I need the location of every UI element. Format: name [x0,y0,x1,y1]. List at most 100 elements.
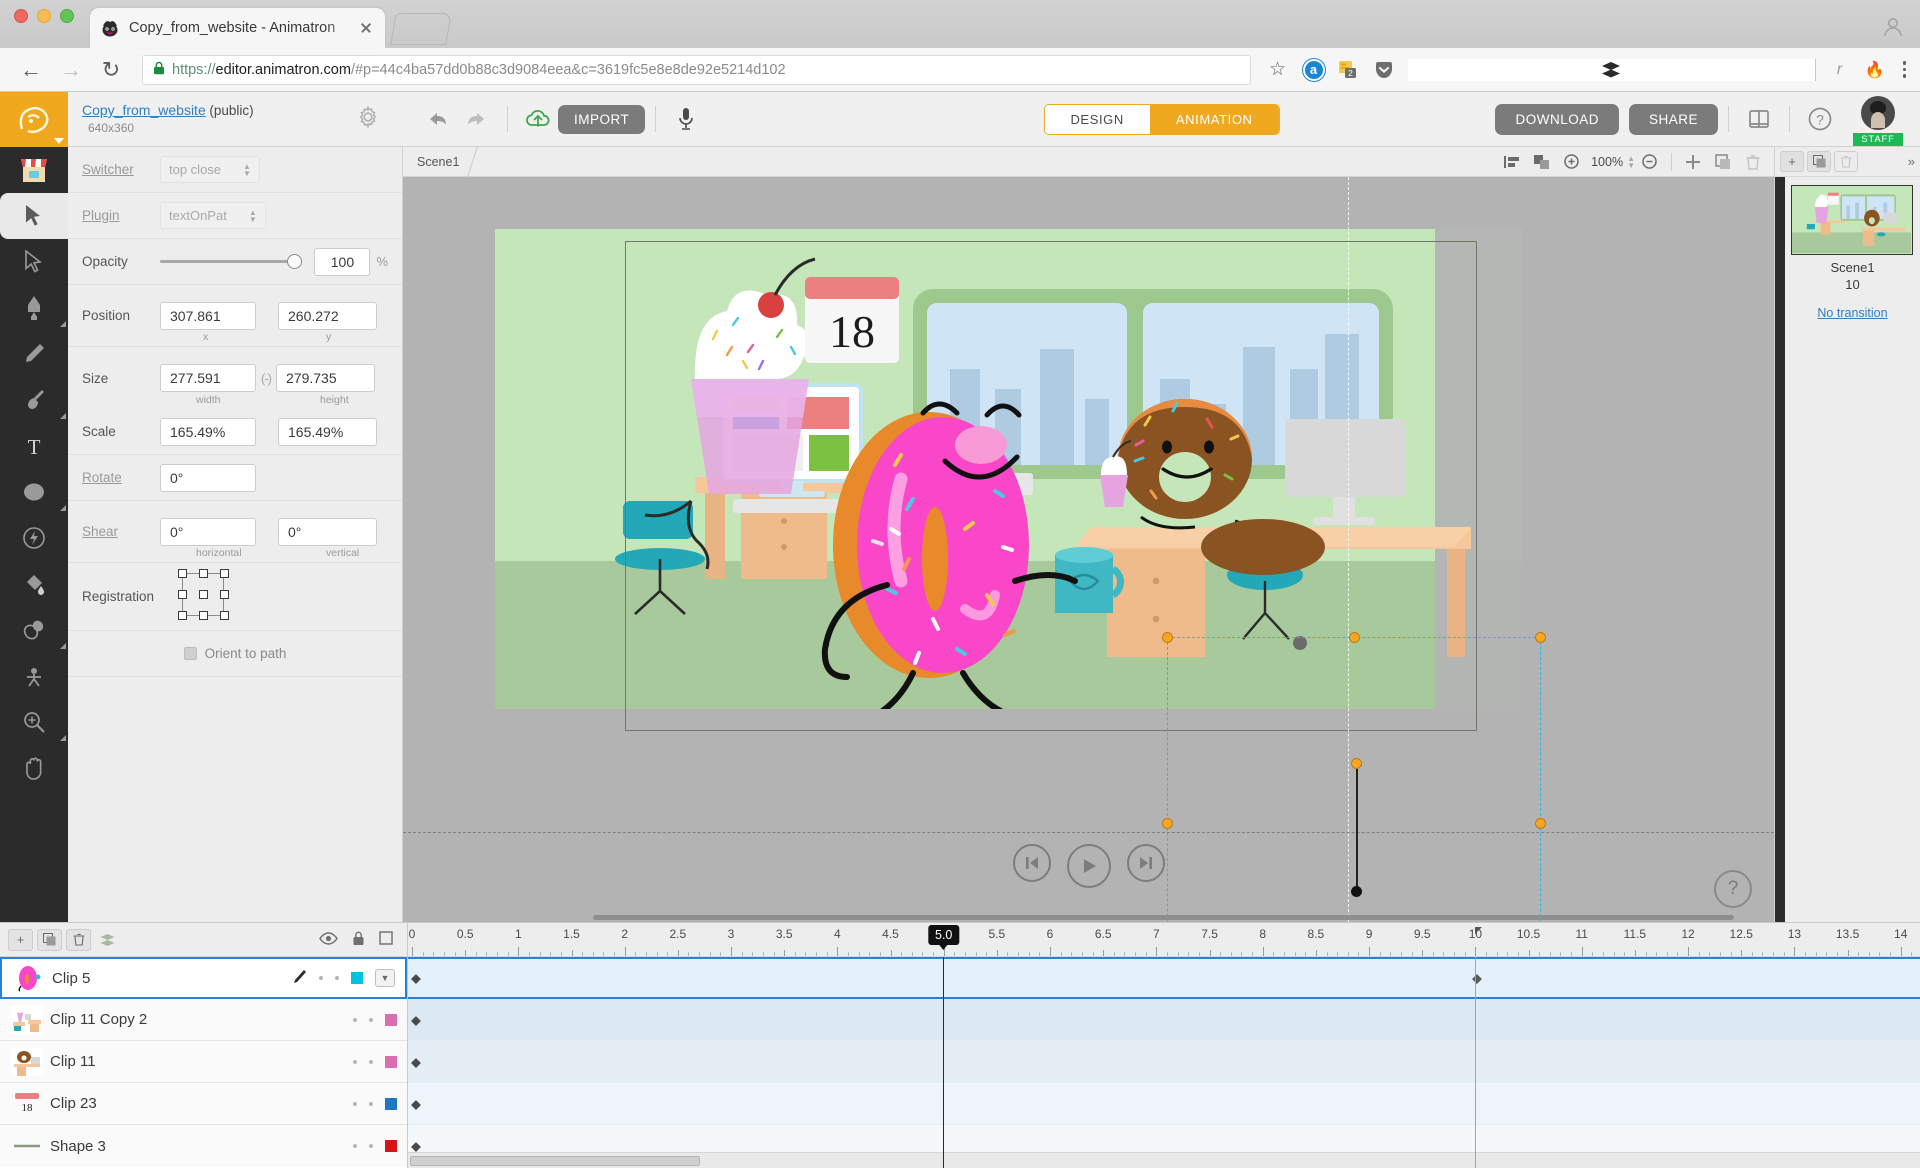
lock-toggle[interactable] [369,1017,373,1022]
list-item[interactable]: Clip 11 Copy 2 [0,999,407,1041]
playhead-line[interactable] [942,957,945,1168]
delete-scene-icon[interactable] [1834,151,1858,172]
canvas-stage[interactable]: 18 ? [403,177,1774,922]
project-name-link[interactable]: Copy_from_website [82,102,206,118]
layer-color-swatch[interactable] [385,1140,397,1152]
amazon-assistant-icon[interactable]: a [1302,58,1325,81]
timeline-marker[interactable] [1475,927,1483,934]
shear-horizontal-input[interactable]: 0° [160,517,256,546]
playhead-time-badge[interactable]: 5.0 [927,925,960,950]
selection-handle-tr[interactable] [1535,632,1546,643]
timeline-horizontal-scrollbar[interactable] [408,1152,1920,1168]
registration-point-br[interactable] [220,610,229,620]
registration-point-bl[interactable] [178,610,187,620]
visibility-toggle[interactable] [353,1144,357,1148]
duplicate-icon[interactable] [1708,149,1738,175]
minimize-window-button[interactable] [37,9,51,23]
position-x-input[interactable]: 307.861 [160,301,256,330]
logo-dropdown-caret[interactable] [54,138,64,144]
registration-point-ml[interactable] [178,589,187,599]
shear-vertical-input[interactable]: 0° [278,517,377,546]
visibility-toggle[interactable] [353,1059,357,1064]
position-y-input[interactable]: 260.272 [278,301,377,330]
delete-layer-icon[interactable] [66,928,91,951]
chevron-down-icon[interactable]: ▼ [375,969,395,987]
timeline-scroll-thumb[interactable] [410,1155,700,1166]
keyframe[interactable] [411,1015,421,1026]
tool-pencil[interactable] [0,331,68,377]
rotate-input[interactable]: 0° [160,463,256,492]
skip-to-start-icon[interactable] [1012,844,1051,882]
opacity-slider[interactable] [160,253,303,271]
scene-thumbnail[interactable] [1791,185,1913,255]
visibility-toggle[interactable] [353,1101,357,1106]
lock-toggle[interactable] [369,1101,373,1106]
registration-point-tr[interactable] [220,568,229,578]
pen-tween-icon[interactable] [292,969,307,987]
lock-toggle[interactable] [335,976,339,980]
selection-handle-tl[interactable] [1162,632,1173,643]
tool-eraser-magic[interactable] [0,515,68,561]
timeline-tracks[interactable]: 0 0.5 1 1.5 2 2.5 3 3.5 4 4.5 5.5 6 6.5 7 7.5 8 8.5 9 9.5 1… [408,923,1920,1168]
gear-icon[interactable] [357,105,379,129]
layer-color-swatch[interactable] [385,1055,397,1068]
tool-zoom[interactable] [0,699,68,745]
library-panel-icon[interactable] [1739,99,1779,139]
tool-pen[interactable] [0,285,68,331]
selection-handle-ml[interactable] [1162,818,1173,829]
play-icon[interactable] [1066,844,1111,888]
lock-icon[interactable] [352,931,365,949]
user-profile-window-icon[interactable] [1880,14,1906,40]
animatron-logo[interactable] [0,92,68,147]
tab-animation[interactable]: ANIMATION [1149,104,1279,134]
pivot-top-handle[interactable] [1351,758,1362,769]
track-row[interactable] [408,1083,1920,1125]
grammarly-icon[interactable]: r [1829,59,1851,81]
keyframe[interactable] [411,1099,421,1110]
skip-to-end-icon[interactable] [1126,844,1165,882]
align-left-icon[interactable] [1497,149,1527,175]
registration-point-mr[interactable] [220,589,229,599]
canvas-horizontal-scrollbar[interactable] [593,912,1734,922]
tool-text[interactable]: T [0,423,68,469]
tool-paint-bucket[interactable] [0,561,68,607]
keyframe[interactable] [411,974,421,984]
tool-brush[interactable] [0,377,68,423]
selection-handle-mr[interactable] [1535,818,1546,829]
layers-extension-icon[interactable] [1407,58,1816,81]
redo-arrow-icon[interactable] [457,99,497,139]
opacity-slider-knob[interactable] [287,254,303,269]
visibility-toggle[interactable] [353,1017,357,1022]
registration-point-mc[interactable] [199,589,208,599]
orient-to-path-checkbox[interactable] [183,647,197,660]
cloud-upload-icon[interactable] [518,99,558,139]
list-item[interactable]: Clip 5 ▼ [0,957,407,999]
bookmark-star-icon[interactable]: ☆ [1265,57,1291,83]
undo-arrow-icon[interactable] [417,99,457,139]
flame-extension-icon[interactable]: 🔥 [1864,59,1886,81]
registration-grid[interactable] [178,568,234,625]
tool-select[interactable] [0,193,68,239]
opacity-input[interactable]: 100 [314,247,371,276]
visibility-eye-icon[interactable] [319,931,338,948]
layer-color-swatch[interactable] [351,972,363,984]
timeline-ruler[interactable]: 0 0.5 1 1.5 2 2.5 3 3.5 4 4.5 5.5 6 6.5 7 7.5 8 8.5 9 9.5 1… [408,923,1920,957]
plugin-select[interactable]: textOnPat ▲ ▼ [160,202,266,229]
reload-button[interactable]: ↻ [94,53,128,87]
add-scene-icon[interactable]: + [1780,151,1804,172]
canvas-help-button[interactable]: ? [1714,870,1752,908]
chain-link-icon[interactable]: (-) [261,371,272,386]
scale-y-input[interactable]: 165.49% [278,417,377,446]
track-row[interactable] [408,1041,1920,1083]
duplicate-scene-icon[interactable] [1807,151,1831,172]
switcher-select[interactable]: top close ▲ ▼ [160,156,260,183]
zoom-spinner-icon[interactable]: ▲ ▼ [1627,154,1635,169]
tool-eyedropper-expand-caret[interactable] [60,643,66,649]
registration-point-tc[interactable] [199,568,208,578]
tool-bone[interactable] [0,653,68,699]
tool-zoom-expand-caret[interactable] [60,735,66,741]
property-orient-to-path[interactable]: Orient to path [68,631,402,677]
selection-handle-tc[interactable] [1349,632,1360,643]
import-button[interactable]: IMPORT [558,104,646,134]
maximize-window-button[interactable] [60,9,74,23]
